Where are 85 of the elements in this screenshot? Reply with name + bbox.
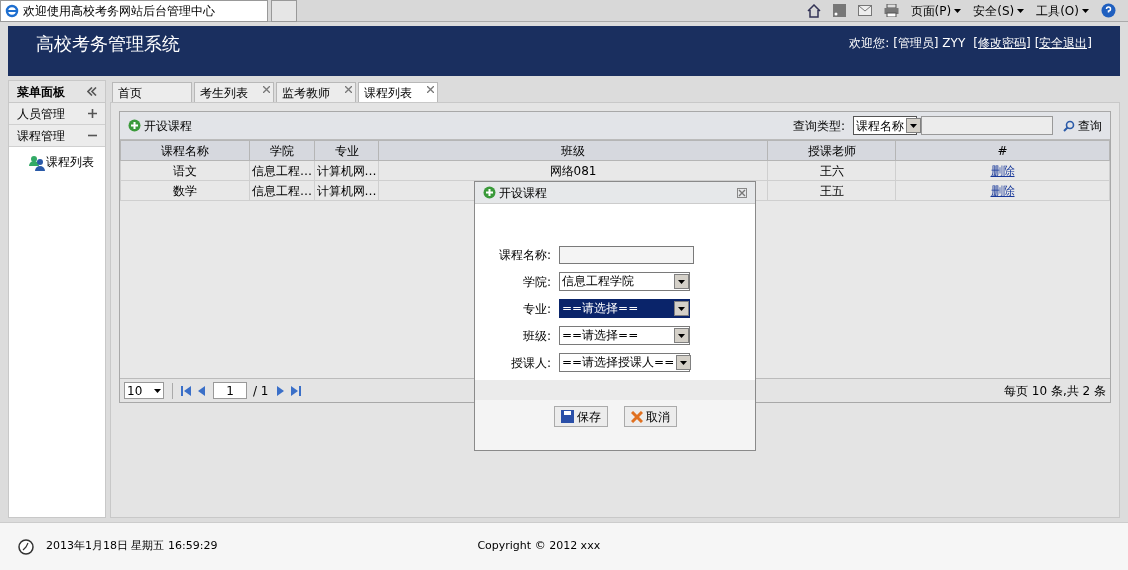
new-tab-button[interactable] bbox=[271, 0, 297, 22]
column-header: # bbox=[895, 140, 1110, 161]
tab[interactable]: 考生列表 bbox=[194, 82, 274, 102]
delete-link[interactable]: 删除 bbox=[990, 163, 1015, 178]
table-cell: 计算机网… bbox=[314, 180, 379, 201]
add-course-button[interactable]: 开设课程 bbox=[128, 116, 192, 135]
feed-icon[interactable] bbox=[832, 4, 846, 17]
sidebar-section[interactable]: 课程管理 bbox=[9, 125, 105, 147]
search-button[interactable]: 查询 bbox=[1063, 116, 1102, 135]
close-icon[interactable] bbox=[737, 187, 747, 198]
browser-logo-icon bbox=[5, 3, 19, 18]
table-cell: 语文 bbox=[120, 160, 250, 181]
add-icon bbox=[483, 186, 496, 199]
field-label: 授课人: bbox=[509, 354, 551, 372]
field-label: 专业: bbox=[521, 300, 551, 318]
sidebar-item[interactable]: 课程列表 bbox=[9, 153, 105, 171]
column-header: 学院 bbox=[249, 140, 315, 161]
page-field[interactable]: 1 bbox=[213, 382, 247, 399]
datetime: 2013年1月18日 星期五 16:59:29 bbox=[46, 538, 218, 555]
tab[interactable]: 首页 bbox=[112, 82, 192, 102]
select-field[interactable]: ==请选择授课人== bbox=[559, 353, 690, 372]
browser-tab[interactable]: 欢迎使用高校考务网站后台管理中心 bbox=[0, 0, 268, 22]
browser-menu[interactable]: 安全(S) bbox=[973, 1, 1025, 20]
select-field[interactable]: ==请选择== bbox=[559, 326, 690, 345]
field-label: 课程名称: bbox=[497, 246, 551, 264]
copyright: Copyright © 2012 xxx bbox=[477, 538, 601, 555]
next-page-icon[interactable] bbox=[274, 385, 285, 396]
dialog-title: 开设课程 bbox=[499, 184, 547, 202]
printer-icon[interactable] bbox=[883, 4, 899, 17]
search-icon bbox=[1063, 119, 1075, 132]
caret-icon bbox=[1082, 8, 1089, 13]
column-header: 专业 bbox=[314, 140, 379, 161]
table-cell: 信息工程… bbox=[249, 160, 315, 181]
caret-icon bbox=[954, 8, 962, 13]
sidebar-section[interactable]: 人员管理 bbox=[9, 103, 105, 125]
welcome-label: 欢迎您: bbox=[849, 35, 890, 52]
close-icon[interactable] bbox=[263, 86, 270, 93]
previous-page-icon[interactable] bbox=[197, 385, 207, 396]
users-icon bbox=[29, 155, 45, 171]
caret-icon bbox=[1017, 8, 1025, 13]
close-icon[interactable] bbox=[427, 86, 434, 93]
tab[interactable]: 监考教师 bbox=[276, 82, 356, 102]
column-header: 班级 bbox=[378, 140, 768, 161]
delete-link[interactable]: 删除 bbox=[990, 183, 1015, 198]
tab[interactable]: 课程列表 bbox=[358, 82, 438, 102]
browser-menu[interactable]: 页面(P) bbox=[910, 1, 962, 20]
table-cell: 王六 bbox=[767, 160, 896, 181]
system-title: 高校考务管理系统 bbox=[36, 32, 180, 56]
add-icon bbox=[128, 119, 141, 132]
column-header: 课程名称 bbox=[120, 140, 250, 161]
course-name-field[interactable] bbox=[559, 245, 694, 264]
page-size-select[interactable]: 10 bbox=[124, 382, 164, 399]
last-page-icon[interactable] bbox=[290, 385, 301, 396]
table-cell: 计算机网… bbox=[314, 160, 379, 181]
mail-icon[interactable] bbox=[857, 5, 872, 16]
plus-icon bbox=[88, 109, 97, 118]
cancel-button[interactable]: 取消 bbox=[623, 406, 677, 427]
column-header: 授课老师 bbox=[767, 140, 896, 161]
table-cell: 数学 bbox=[120, 180, 250, 201]
x-icon bbox=[630, 410, 643, 423]
select-field[interactable]: ==请选择== bbox=[559, 299, 690, 318]
browser-menu[interactable]: 工具(O) bbox=[1036, 1, 1089, 20]
first-page-icon[interactable] bbox=[181, 385, 191, 396]
user-name: [管理员] ZYY bbox=[893, 35, 966, 52]
close-icon[interactable] bbox=[345, 86, 352, 93]
save-button[interactable]: 保存 bbox=[553, 406, 608, 427]
clock-icon bbox=[18, 538, 34, 555]
table-cell: 信息工程… bbox=[249, 180, 315, 201]
help-icon[interactable] bbox=[1101, 3, 1116, 18]
sidebar-title: 菜单面板 bbox=[17, 83, 65, 101]
field-label: 班级: bbox=[521, 327, 551, 345]
select-field[interactable]: 信息工程学院 bbox=[559, 272, 690, 291]
field-label: 学院: bbox=[521, 273, 551, 291]
search-type-label: 查询类型: bbox=[792, 117, 845, 135]
table-cell: 网络081 bbox=[378, 160, 768, 181]
search-field[interactable] bbox=[921, 116, 1053, 135]
pager-summary: 每页 10 条,共 2 条 bbox=[1004, 382, 1106, 400]
page-total: / 1 bbox=[253, 382, 269, 400]
header-link[interactable]: [安全退出] bbox=[1034, 34, 1092, 52]
table-cell: 王五 bbox=[767, 180, 896, 201]
header-link[interactable]: [修改密码] bbox=[973, 34, 1031, 52]
collapse-icon[interactable] bbox=[87, 87, 97, 96]
tab-title: 欢迎使用高校考务网站后台管理中心 bbox=[23, 2, 215, 20]
home-icon[interactable] bbox=[806, 3, 821, 18]
caret-icon bbox=[154, 388, 161, 393]
